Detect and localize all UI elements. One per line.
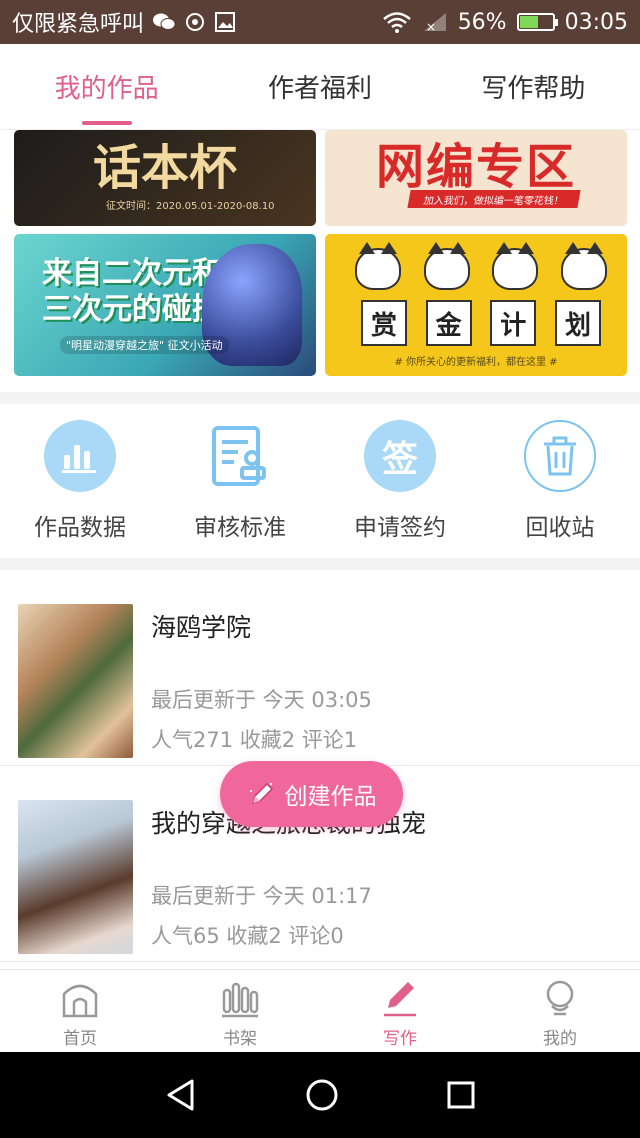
banner-bounty-plan[interactable]: 赏 金 计 划 # 你所关心的更新福利，都在这里 # xyxy=(325,234,627,376)
quick-actions: 作品数据 审核标准 签 申请签约 回收站 xyxy=(0,404,640,558)
home-icon xyxy=(62,984,98,1018)
cat-illustrations xyxy=(355,242,607,290)
review-standards-button[interactable]: 审核标准 xyxy=(160,404,320,558)
top-tabs: 我的作品 作者福利 写作帮助 xyxy=(0,44,640,130)
bar-chart-icon xyxy=(44,420,116,492)
tab-author-benefits[interactable]: 作者福利 xyxy=(213,44,426,129)
banner-char: 划 xyxy=(554,300,601,346)
banner-anime-event[interactable]: 来自二次元和三次元的碰撞 "明星动漫穿越之旅" 征文小活动 xyxy=(14,234,316,376)
no-signal-icon: × xyxy=(423,13,446,33)
quick-action-label: 申请签约 xyxy=(354,515,446,541)
recents-icon[interactable] xyxy=(446,1080,476,1110)
sign-contract-icon: 签 xyxy=(364,420,436,492)
apply-contract-button[interactable]: 签 申请签约 xyxy=(320,404,480,558)
banner-subtitle: # 你所关心的更新福利，都在这里 # xyxy=(394,357,558,368)
system-nav-bar xyxy=(0,1052,640,1138)
tab-label: 写作 xyxy=(383,1029,417,1049)
section-divider xyxy=(0,392,640,404)
quick-action-label: 作品数据 xyxy=(34,515,126,541)
banner-editor-zone[interactable]: 网编专区 加入我们，做拟编一笔零花钱！ xyxy=(325,130,627,226)
work-info: 我的穿越之旅总裁的独宠 最后更新于 今天 01:17 人气65 收藏2 评论0 xyxy=(151,800,622,961)
quick-action-label: 回收站 xyxy=(525,515,595,541)
create-work-button[interactable]: 创建作品 xyxy=(220,761,403,827)
settings-app-icon xyxy=(186,13,205,31)
tab-label: 首页 xyxy=(63,1029,97,1049)
banner-huaben-cup[interactable]: 话本杯 征文时间：2020.05.01-2020-08.10 xyxy=(14,130,316,226)
section-divider xyxy=(0,558,640,570)
book-cover xyxy=(18,800,133,954)
banner-title: 赏 金 计 划 xyxy=(361,300,601,346)
work-stats: 人气271 收藏2 评论1 xyxy=(151,728,358,752)
works-data-button[interactable]: 作品数据 xyxy=(0,404,160,558)
tab-writing-help[interactable]: 写作帮助 xyxy=(427,44,640,129)
back-icon[interactable] xyxy=(164,1078,198,1112)
tab-profile[interactable]: 我的 xyxy=(480,970,640,1052)
bottom-tab-bar: 首页 书架 写作 我的 xyxy=(0,969,640,1052)
bookshelf-icon xyxy=(222,982,259,1018)
banner-title: 话本杯 xyxy=(92,140,237,196)
list-item[interactable]: 海鸥学院 最后更新于 今天 03:05 人气271 收藏2 评论1 xyxy=(0,570,640,766)
sign-glyph: 签 xyxy=(381,439,418,480)
wechat-icon xyxy=(153,13,176,30)
trash-icon xyxy=(524,420,596,492)
clock: 03:05 xyxy=(564,9,628,35)
banner-title: 网编专区 xyxy=(375,139,576,195)
work-title: 海鸥学院 xyxy=(151,613,252,642)
pen-icon xyxy=(384,982,416,1017)
battery-percent: 56% xyxy=(457,9,507,35)
tab-my-works[interactable]: 我的作品 xyxy=(0,44,213,129)
carrier-text: 仅限紧急呼叫 xyxy=(12,12,145,37)
book-cover xyxy=(18,604,133,758)
review-document-icon xyxy=(204,420,276,492)
home-circle-icon[interactable] xyxy=(305,1078,339,1112)
profile-icon xyxy=(546,980,574,1016)
work-updated: 最后更新于 今天 03:05 xyxy=(151,688,372,712)
recycle-bin-button[interactable]: 回收站 xyxy=(480,404,640,558)
tab-bookshelf[interactable]: 书架 xyxy=(160,970,320,1052)
pen-icon xyxy=(249,782,273,805)
banner-title: 来自二次元和三次元的碰撞 xyxy=(42,256,222,327)
banner-subtitle: "明星动漫穿越之旅" 征文小活动 xyxy=(60,336,229,354)
quick-action-label: 审核标准 xyxy=(194,515,286,541)
banner-char: 金 xyxy=(425,300,472,346)
cat-icon xyxy=(492,242,539,290)
work-stats: 人气65 收藏2 评论0 xyxy=(151,924,344,948)
cat-icon xyxy=(423,242,470,290)
banner-char: 计 xyxy=(490,300,537,346)
banner-subtitle: 征文时间：2020.05.01-2020-08.10 xyxy=(106,201,275,212)
cat-icon xyxy=(560,242,607,290)
wifi-icon xyxy=(382,12,411,33)
battery-icon xyxy=(516,13,558,31)
status-bar: 仅限紧急呼叫 × 56% 03:05 xyxy=(0,0,640,44)
work-info: 海鸥学院 最后更新于 今天 03:05 人气271 收藏2 评论1 xyxy=(151,604,622,765)
create-work-label: 创建作品 xyxy=(284,784,377,810)
banner-char: 赏 xyxy=(361,300,407,346)
cat-icon xyxy=(355,242,401,290)
gallery-icon xyxy=(215,12,236,32)
svg-text:×: × xyxy=(426,20,436,33)
tab-home[interactable]: 首页 xyxy=(0,970,160,1052)
tab-write[interactable]: 写作 xyxy=(320,970,480,1052)
work-updated: 最后更新于 今天 01:17 xyxy=(151,884,372,908)
banner-subtitle: 加入我们，做拟编一笔零花钱！ xyxy=(407,190,581,208)
banner-grid: 话本杯 征文时间：2020.05.01-2020-08.10 网编专区 加入我们… xyxy=(0,130,640,392)
tab-label: 书架 xyxy=(223,1029,257,1049)
tab-label: 我的 xyxy=(543,1029,577,1049)
